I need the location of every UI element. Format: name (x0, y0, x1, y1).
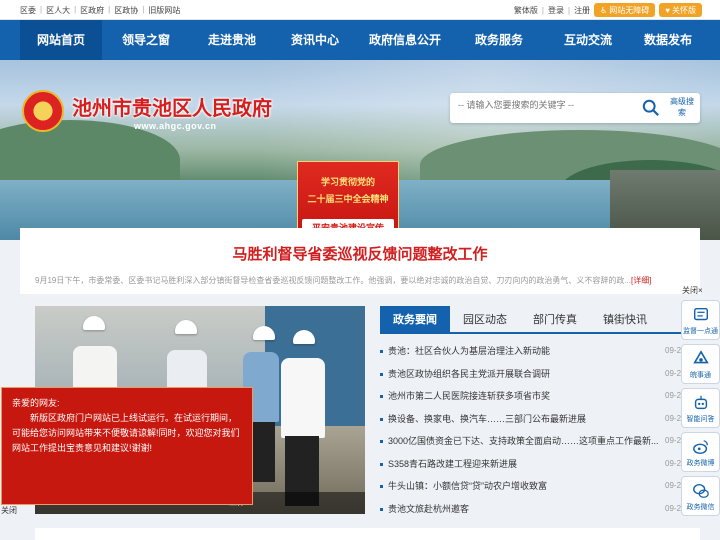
national-emblem-icon (22, 90, 64, 132)
accessibility-button[interactable]: ♿ 网站无障碍 (594, 3, 656, 17)
care-mode-label: 关怀版 (672, 5, 696, 15)
notice-popup[interactable]: 亲爱的网友: 新版区政府门户网站已上线试运行。在试运行期间，可能给您访问网站带来… (1, 387, 253, 505)
nav-item-gov-info[interactable]: 政府信息公开 (356, 20, 454, 60)
nav-item-home[interactable]: 网站首页 (20, 20, 102, 60)
top-utility-bar: 区委 | 区人大 | 区政府 | 区政协 | 旧版网站 繁体版 | 登录 | 注册 ♿ 网站… (0, 0, 720, 20)
site-title[interactable]: 池州市贵池区人民政府 (72, 92, 272, 121)
sidebar-item-wanshitong[interactable]: 皖事通 (681, 344, 720, 384)
nav-item-news[interactable]: 资讯中心 (274, 20, 356, 60)
weibo-icon (692, 440, 708, 455)
news-tabs: 政务要闻 园区动态 部门传真 镇街快讯 (380, 306, 700, 334)
tab-park-updates[interactable]: 园区动态 (450, 306, 520, 334)
sidebar-close-button[interactable]: 关闭× (682, 285, 703, 296)
headline-panel: 马胜利督导省委巡视反馈问题整改工作 9月19日下午，市委常委、区委书记马胜利深入… (20, 228, 700, 294)
list-item[interactable]: 贵池区政协组织各民主党派开展联合调研 09-2 (380, 363, 681, 386)
sidebar-item-weibo[interactable]: 政务微博 (681, 432, 720, 472)
list-item[interactable]: 3000亿国债资金已下达、支持政策全面启动……这项重点工作最新... 09-2 (380, 430, 681, 453)
promo-line-1: 学习贯彻党的 (320, 177, 375, 187)
site-url: www.ahgc.gov.cn (134, 121, 217, 131)
sidebar-item-label: 皖事通 (690, 372, 711, 379)
search-input[interactable] (458, 100, 638, 110)
supervision-icon (693, 307, 708, 321)
sidebar-item-supervision[interactable]: 监督一点通 (681, 300, 720, 340)
advanced-search-link[interactable]: 高级搜索 (670, 96, 694, 118)
accessibility-icon: ♿ (600, 5, 608, 15)
link-login[interactable]: 登录 (548, 5, 564, 16)
list-item[interactable]: 贵池：社区合伙人为基层治理注入新动能 09-2 (380, 340, 681, 363)
sidebar-item-label: 政务微博 (686, 460, 715, 467)
headline-summary: 9月19日下午，市委常委、区委书记马胜利深入部分镇街督导检查省委巡视反馈问题整改… (35, 275, 655, 286)
summary-text: 9月19日下午，市委常委、区委书记马胜利深入部分镇街督导检查省委巡视反馈问题整改… (35, 276, 632, 285)
notice-greeting: 亲爱的网友: (12, 398, 60, 408)
list-item[interactable]: 牛头山镇：小额信贷“贷”动农户增收致富 09-2 (380, 475, 681, 498)
robot-icon (694, 395, 707, 410)
headline-title[interactable]: 马胜利督导省委巡视反馈问题整改工作 (20, 243, 700, 264)
sidebar-item-label: 政务微信 (686, 504, 715, 511)
care-mode-button[interactable]: ♥ 关怀版 (659, 3, 702, 17)
nav-item-about[interactable]: 走进贵池 (190, 20, 274, 60)
list-item[interactable]: 池州市第二人民医院接连斩获多项省市奖 09-2 (380, 385, 681, 408)
wechat-icon (692, 483, 709, 498)
notice-close-button[interactable]: 关闭 (1, 505, 17, 516)
link-district-government[interactable]: 区政府 (80, 5, 104, 16)
list-item[interactable]: 换设备、换家电、换汽车……三部门公布最新进展 09-2 (380, 408, 681, 431)
search-icon[interactable] (642, 99, 660, 117)
sidebar-item-label: 监督一点通 (683, 328, 718, 335)
promo-line-2: 二十届三中全会精神 (307, 194, 389, 204)
link-district-congress[interactable]: 区人大 (46, 5, 70, 16)
next-section-strip (35, 528, 700, 540)
nav-item-services[interactable]: 政务服务 (454, 20, 544, 60)
main-nav: 网站首页 领导之窗 走进贵池 资讯中心 政府信息公开 政务服务 互动交流 数据发… (0, 20, 720, 60)
sidebar-item-wechat[interactable]: 政务微信 (681, 476, 720, 516)
list-item[interactable]: S358青石路改建工程迎来新进展 09-2 (380, 453, 681, 476)
top-links-right: 繁体版 | 登录 | 注册 ♿ 网站无障碍 ♥ 关怀版 (514, 3, 702, 17)
notice-body: 新版区政府门户网站已上线试运行。在试运行期间，可能给您访问网站带来不便敬请谅解!… (12, 413, 240, 453)
nav-item-data[interactable]: 数据发布 (632, 20, 704, 60)
tab-department-news[interactable]: 部门传真 (520, 306, 590, 334)
tab-town-news[interactable]: 镇街快讯 (590, 306, 660, 334)
detail-link[interactable]: [详细] (631, 276, 651, 285)
wanshitong-icon (692, 350, 709, 364)
tab-government-news[interactable]: 政务要闻 (380, 306, 450, 334)
link-district-committee[interactable]: 区委 (20, 5, 36, 16)
link-district-cppcc[interactable]: 区政协 (114, 5, 138, 16)
nav-item-leaders[interactable]: 领导之窗 (102, 20, 190, 60)
accessibility-label: 网站无障碍 (609, 5, 650, 15)
link-register[interactable]: 注册 (574, 5, 590, 16)
top-links-left: 区委 | 区人大 | 区政府 | 区政协 | 旧版网站 (20, 5, 181, 16)
sidebar-item-smart-qa[interactable]: 智能问答 (681, 388, 720, 428)
list-item[interactable]: 贵池文旅赴杭州邀客 09-2 (380, 498, 681, 521)
heart-icon: ♥ (665, 5, 670, 15)
sidebar-item-label: 智能问答 (686, 416, 715, 423)
link-traditional-chinese[interactable]: 繁体版 (514, 5, 538, 16)
search-box: 高级搜索 (450, 93, 700, 123)
nav-item-interaction[interactable]: 互动交流 (544, 20, 632, 60)
link-old-site[interactable]: 旧版网站 (148, 5, 180, 16)
news-list: 贵池：社区合伙人为基层治理注入新动能 09-2 贵池区政协组织各民主党派开展联合调… (380, 340, 681, 521)
